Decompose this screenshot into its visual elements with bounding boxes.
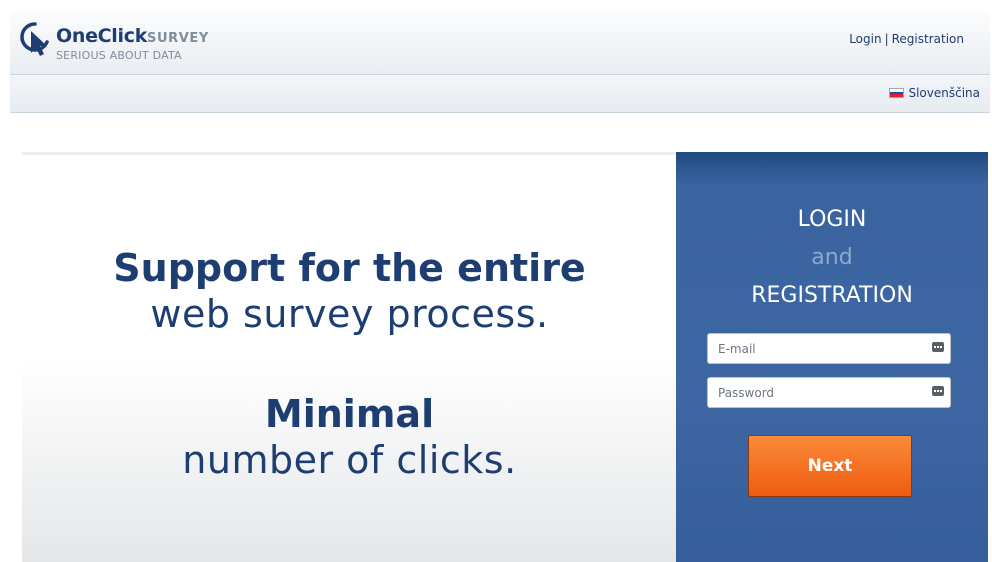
panel-title-registration: REGISTRATION: [751, 283, 913, 308]
password-manager-icon[interactable]: [932, 342, 944, 352]
hero-headline-1: Support for the entire: [113, 246, 586, 290]
auth-links: Login | Registration: [849, 32, 964, 46]
login-link[interactable]: Login: [849, 32, 881, 46]
hero-subline-1: web survey process.: [150, 292, 549, 336]
email-input[interactable]: [708, 334, 918, 363]
logo-name: OneClickSURVEY: [56, 25, 209, 47]
password-manager-icon[interactable]: [932, 386, 944, 396]
password-input[interactable]: [708, 378, 918, 407]
registration-link[interactable]: Registration: [892, 32, 964, 46]
panel-title-login: LOGIN: [797, 207, 867, 232]
slovenia-flag-icon: [889, 88, 905, 98]
language-bar: Slovenščina: [10, 75, 990, 113]
hero-headline-2: Minimal: [264, 392, 435, 436]
top-header: OneClickSURVEY SERIOUS ABOUT DATA Login |…: [10, 11, 990, 75]
panel-title-and: and: [811, 245, 853, 270]
hero-subline-2: number of clicks.: [182, 438, 517, 482]
hero-section: Support for the entire web survey proces…: [22, 152, 677, 562]
email-field: [707, 333, 951, 364]
language-label: Slovenščina: [908, 86, 980, 100]
link-separator: |: [884, 32, 889, 46]
language-selector[interactable]: Slovenščina: [889, 86, 980, 100]
login-panel: LOGIN and REGISTRATION Next: [676, 152, 988, 562]
password-field: [707, 377, 951, 408]
next-button[interactable]: Next: [748, 435, 912, 497]
logo-tagline: SERIOUS ABOUT DATA: [56, 49, 182, 62]
cursor-click-icon: [20, 22, 49, 56]
